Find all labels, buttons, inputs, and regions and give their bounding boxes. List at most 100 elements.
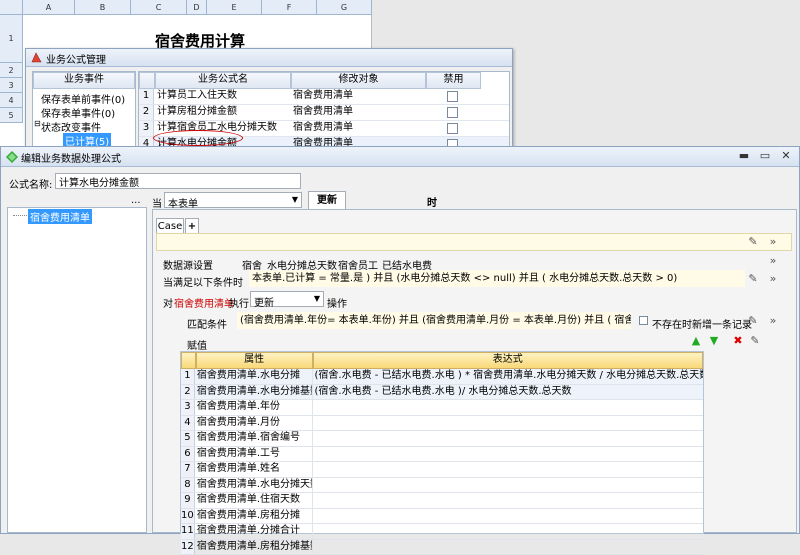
row-header-2[interactable]: 2 [0, 63, 23, 78]
collapse-icon[interactable]: ⊟ [34, 119, 41, 128]
column-header-g[interactable]: G [317, 0, 372, 15]
disabled-checkbox[interactable] [447, 91, 458, 102]
formula-manager-titlebar[interactable]: 业务公式管理 [26, 49, 512, 67]
assign-row[interactable]: 8宿舍费用清单.水电分摊天数 [181, 478, 703, 494]
tree-item-state-change[interactable]: 状态改变事件 [41, 119, 101, 134]
arrow-up-icon[interactable]: ▲ [689, 334, 703, 348]
no-match-checkbox[interactable] [639, 316, 648, 325]
assign-row[interactable]: 4宿舍费用清单.月份 [181, 416, 703, 432]
delete-icon[interactable]: ✖ [731, 334, 745, 348]
attribute-cell[interactable]: 宿舍费用清单.月份 [195, 416, 313, 431]
attribute-cell[interactable]: 宿舍费用清单.房租分摊基数 [195, 540, 313, 555]
case-input-row[interactable] [156, 233, 792, 251]
expression-cell[interactable] [313, 493, 703, 508]
assign-row[interactable]: 11宿舍费用清单.分摊合计 [181, 524, 703, 540]
assign-row[interactable]: 3宿舍费用清单.年份 [181, 400, 703, 416]
condition-expression[interactable]: 本表单.已计算 = 常量.是 ) 并且 (水电分摊总天数 <> null) 并且… [249, 270, 745, 287]
attribute-cell[interactable]: 宿舍费用清单.水电分摊 [195, 369, 313, 384]
expression-cell[interactable] [313, 524, 703, 539]
column-header-f[interactable]: F [262, 0, 317, 15]
assign-row[interactable]: 2宿舍费用清单.水电分摊基数(宿舍.水电费 - 已结水电费.水电 )/ 水电分摊… [181, 385, 703, 401]
column-header-d[interactable]: D [187, 0, 207, 15]
col-formula-name[interactable]: 业务公式名 [155, 72, 291, 89]
assign-row[interactable]: 5宿舍费用清单.宿舍编号 [181, 431, 703, 447]
formula-name-cell[interactable]: 计算员工入住天数 [154, 89, 290, 104]
edit-icon[interactable]: ✎ [746, 314, 760, 328]
assign-row[interactable]: 10宿舍费用清单.房租分摊 [181, 509, 703, 525]
expand-icon[interactable]: » [766, 235, 780, 249]
target-cell[interactable]: 宿舍费用清单 [290, 121, 426, 136]
target-cell[interactable]: 宿舍费用清单 [290, 105, 426, 120]
arrow-down-icon[interactable]: ▼ [707, 334, 721, 348]
assign-row[interactable]: 9宿舍费用清单.住宿天数 [181, 493, 703, 509]
expand-icon[interactable]: » [766, 272, 780, 286]
tree-item-dorm-fee-list[interactable]: 宿舍费用清单 [28, 209, 92, 224]
dropdown-arrow-icon[interactable]: ▼ [292, 195, 298, 204]
formula-row[interactable]: 2计算房租分摊金额宿舍费用清单 [139, 105, 509, 121]
attribute-cell[interactable]: 宿舍费用清单.住宿天数 [195, 493, 313, 508]
attribute-cell[interactable]: 宿舍费用清单.水电分摊基数 [195, 385, 313, 400]
attribute-cell[interactable]: 宿舍费用清单.宿舍编号 [195, 431, 313, 446]
table-select[interactable]: 本表单 ▼ [164, 192, 302, 208]
edit-icon[interactable]: ✎ [746, 272, 760, 286]
dropdown-arrow-icon[interactable]: ▼ [314, 294, 320, 303]
expression-cell[interactable] [313, 478, 703, 493]
edit-icon[interactable]: ✎ [748, 334, 762, 348]
attribute-cell[interactable]: 宿舍费用清单.水电分摊天数 [195, 478, 313, 493]
column-header-e[interactable]: E [207, 0, 262, 15]
corner-cell[interactable] [0, 0, 23, 15]
assign-row[interactable]: 12宿舍费用清单.房租分摊基数 [181, 540, 703, 555]
attribute-cell[interactable]: 宿舍费用清单.房租分摊 [195, 509, 313, 524]
column-header-c[interactable]: C [131, 0, 187, 15]
expression-cell[interactable] [313, 447, 703, 462]
row-header-5[interactable]: 5 [0, 108, 23, 123]
target-cell[interactable]: 宿舍费用清单 [290, 89, 426, 104]
row-number: 11 [181, 524, 195, 539]
col-target[interactable]: 修改对象 [291, 72, 426, 89]
tree-item-before-save[interactable]: 保存表单前事件(0) [41, 91, 125, 106]
minimize-icon[interactable]: ▬ [736, 149, 752, 163]
expression-cell[interactable]: (宿舍.水电费 - 已结水电费.水电 )/ 水电分摊总天数.总天数 [313, 385, 703, 400]
assign-row[interactable]: 6宿舍费用清单.工号 [181, 447, 703, 463]
attribute-cell[interactable]: 宿舍费用清单.工号 [195, 447, 313, 462]
expression-cell[interactable] [313, 540, 703, 555]
col-expression[interactable]: 表达式 [313, 352, 703, 369]
row-header-4[interactable]: 4 [0, 93, 23, 108]
formula-name-input[interactable] [55, 173, 301, 189]
expression-cell[interactable] [313, 416, 703, 431]
assign-row[interactable]: 1宿舍费用清单.水电分摊(宿舍.水电费 - 已结水电费.水电 ) * 宿舍费用清… [181, 369, 703, 385]
row-header-1[interactable]: 1 [0, 15, 23, 63]
ellipsis-button[interactable]: ... [131, 195, 141, 206]
attribute-cell[interactable]: 宿舍费用清单.姓名 [195, 462, 313, 477]
target-table-link[interactable]: 宿舍费用清单 [174, 295, 234, 310]
expression-cell[interactable]: (宿舍.水电费 - 已结水电费.水电 ) * 宿舍费用清单.水电分摊天数 / 水… [313, 369, 703, 384]
col-attribute[interactable]: 属性 [196, 352, 313, 369]
formula-name-cell[interactable]: 计算房租分摊金额 [154, 105, 290, 120]
expand-icon[interactable]: » [766, 314, 780, 328]
disabled-checkbox[interactable] [447, 123, 458, 134]
tab-update[interactable]: 更新 [308, 191, 346, 209]
attribute-cell[interactable]: 宿舍费用清单.年份 [195, 400, 313, 415]
action-select[interactable]: 更新 ▼ [250, 291, 324, 307]
column-header-b[interactable]: B [75, 0, 131, 15]
expand-icon[interactable]: » [766, 254, 780, 268]
tab-add[interactable]: + [185, 218, 199, 234]
match-expression[interactable]: (宿舍费用清单.年份= 本表单.年份) 并且 (宿舍费用清单.月份 = 本表单.… [237, 312, 631, 329]
expression-cell[interactable] [313, 400, 703, 415]
tree-item-save[interactable]: 保存表单事件(0) [41, 105, 115, 120]
close-icon[interactable]: ✕ [778, 149, 794, 163]
edit-icon[interactable]: ✎ [746, 235, 760, 249]
disabled-checkbox[interactable] [447, 107, 458, 118]
col-disabled[interactable]: 禁用 [426, 72, 481, 89]
expression-cell[interactable] [313, 462, 703, 477]
tab-case[interactable]: Case [156, 218, 184, 234]
expression-cell[interactable] [313, 509, 703, 524]
row-header-3[interactable]: 3 [0, 78, 23, 93]
attribute-cell[interactable]: 宿舍费用清单.分摊合计 [195, 524, 313, 539]
formula-row[interactable]: 1计算员工入住天数宿舍费用清单 [139, 89, 509, 105]
edit-formula-titlebar[interactable]: 编辑业务数据处理公式 ▬ ▭ ✕ [1, 147, 799, 167]
assign-row[interactable]: 7宿舍费用清单.姓名 [181, 462, 703, 478]
maximize-icon[interactable]: ▭ [757, 149, 773, 163]
column-header-a[interactable]: A [23, 0, 75, 15]
expression-cell[interactable] [313, 431, 703, 446]
